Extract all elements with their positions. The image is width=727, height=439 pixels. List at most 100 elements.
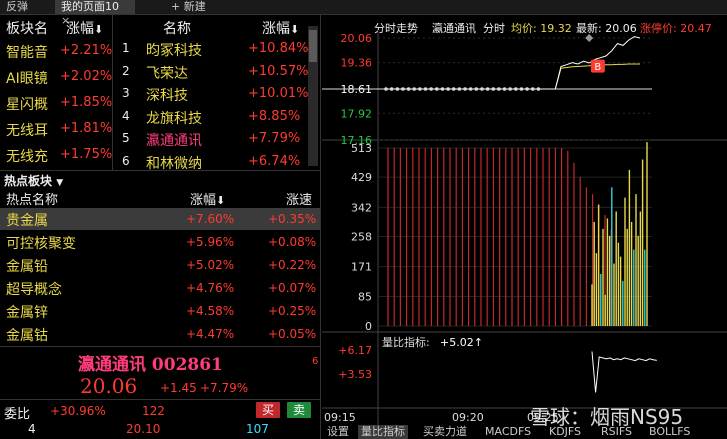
sector-header-change-label: 涨幅 bbox=[66, 21, 94, 37]
volume-tick-label: 0 bbox=[365, 320, 372, 333]
sector-row-name[interactable]: AI眼镜 bbox=[6, 68, 48, 88]
auction-dot bbox=[406, 87, 411, 91]
hot-sectors-title[interactable]: 热点板块 ▼ bbox=[4, 172, 63, 189]
bottom-tab-1[interactable]: 量比指标 bbox=[358, 425, 408, 439]
time-tick-label: 09:15 bbox=[324, 411, 356, 424]
bottom-tab-2[interactable]: 买卖力道 bbox=[420, 425, 470, 439]
sector-header-name: 板块名 bbox=[6, 21, 48, 37]
stock-row-rank: 3 bbox=[122, 86, 130, 100]
hot-row-speed: +0.08% bbox=[268, 235, 317, 249]
sector-row-name[interactable]: 无线耳 bbox=[6, 120, 48, 140]
hot-row-name[interactable]: 金属钴 bbox=[6, 325, 48, 345]
price-tick-label: 20.06 bbox=[341, 32, 373, 45]
hot-header-speed[interactable]: 涨速 bbox=[286, 189, 312, 208]
stock-row-change: +10.57% bbox=[248, 63, 309, 79]
bottom-tab-3[interactable]: MACDFS bbox=[482, 425, 534, 439]
auction-dot bbox=[491, 87, 496, 91]
tab-my-page[interactable]: 我的页面10 × bbox=[55, 0, 135, 27]
sort-down-icon: ⬇ bbox=[290, 23, 300, 36]
volume-tick-label: 258 bbox=[351, 230, 372, 243]
time-tick-label: 09:20 bbox=[452, 411, 484, 424]
weibi-value: +30.96% bbox=[50, 404, 106, 418]
bid-vol: 107 bbox=[246, 422, 269, 436]
stock-row-name[interactable]: 和林微纳 bbox=[146, 153, 202, 173]
volume-tick-label: 342 bbox=[351, 201, 372, 214]
sort-down-icon: ⬇ bbox=[94, 23, 104, 36]
weibi-label: 委比 bbox=[4, 407, 31, 422]
auction-dot bbox=[446, 87, 450, 91]
volume-tick-label: 171 bbox=[351, 261, 372, 274]
divider bbox=[320, 14, 321, 439]
hot-row-name[interactable]: 可控核聚变 bbox=[6, 233, 76, 253]
auction-dot bbox=[530, 87, 535, 91]
hot-header-change-label: 涨幅 bbox=[190, 193, 217, 208]
hot-row-speed: +0.07% bbox=[268, 281, 317, 295]
ratio-line bbox=[591, 351, 657, 393]
auction-dot bbox=[463, 87, 467, 91]
auction-dot bbox=[480, 87, 484, 91]
stock-header-change-label: 涨幅 bbox=[262, 21, 290, 37]
buy-marker-label: B bbox=[594, 62, 601, 73]
bid-price: 20.10 bbox=[126, 422, 161, 436]
stock-row-name[interactable]: 深科技 bbox=[146, 85, 188, 105]
stock-row-rank: 4 bbox=[122, 108, 130, 123]
stock-row-name[interactable]: 龙旗科技 bbox=[146, 108, 202, 128]
auction-dot bbox=[525, 87, 529, 91]
marker-diamond-icon bbox=[585, 34, 594, 42]
ratio-tick-label: +6.17 bbox=[338, 344, 372, 357]
hot-sectors-title-label: 热点板块 bbox=[4, 174, 53, 188]
stock-header-name: 名称 bbox=[163, 21, 191, 37]
hot-row-change: +5.02% bbox=[186, 258, 235, 272]
tab-rebound[interactable]: 反弹 bbox=[0, 0, 50, 14]
scrollbar-thumb[interactable] bbox=[309, 30, 317, 62]
volume-tick-label: 429 bbox=[351, 171, 372, 184]
hot-row-name[interactable]: 金属锌 bbox=[6, 302, 48, 322]
stock-header-change[interactable]: 涨幅⬇ bbox=[262, 18, 299, 38]
sector-row-name[interactable]: 星闪概 bbox=[6, 94, 48, 114]
sector-row-name[interactable]: 智能音 bbox=[6, 42, 48, 62]
sector-row-change: +2.02% bbox=[60, 69, 113, 84]
stock-row-name[interactable]: 瀛通通讯 bbox=[146, 130, 202, 150]
buy-button[interactable]: 买 bbox=[256, 402, 280, 418]
auction-dot bbox=[514, 87, 518, 91]
auction-dot bbox=[412, 87, 417, 91]
weibi-vol: 122 bbox=[142, 404, 165, 418]
stock-row-change: +6.74% bbox=[248, 153, 301, 169]
auction-dot bbox=[474, 87, 479, 91]
hot-row-change: +4.58% bbox=[186, 304, 235, 318]
auction-dot bbox=[435, 87, 439, 91]
bid-row-num: 4 bbox=[28, 422, 36, 436]
tab-new-label: 新建 bbox=[183, 0, 206, 13]
quote-change: +1.45 bbox=[160, 381, 197, 395]
bottom-tab-4[interactable]: KDJFS bbox=[546, 425, 584, 439]
intraday-chart[interactable]: 20.0619.3618.6117.9217.16B51342934225817… bbox=[322, 30, 727, 425]
bottom-tab-5[interactable]: RSIFS bbox=[598, 425, 635, 439]
tab-new[interactable]: + 新建 bbox=[165, 0, 235, 14]
hot-header-name: 热点名称 bbox=[6, 193, 59, 208]
bottom-tab-0[interactable]: 设置 bbox=[324, 425, 352, 439]
hot-row-name[interactable]: 超导概念 bbox=[6, 279, 62, 299]
indicator-title: 量比指标: bbox=[382, 335, 430, 349]
quote-price: 20.06 bbox=[80, 374, 138, 398]
bottom-tab-6[interactable]: BOLLFS bbox=[646, 425, 693, 439]
auction-dot bbox=[485, 87, 490, 91]
hot-row-speed: +0.05% bbox=[268, 327, 317, 341]
hot-row-change: +5.96% bbox=[186, 235, 235, 249]
auction-dot bbox=[457, 87, 462, 91]
hot-row-name[interactable]: 金属铅 bbox=[6, 256, 48, 276]
hot-row-name[interactable]: 贵金属 bbox=[6, 210, 48, 230]
sector-row-change: +1.85% bbox=[60, 95, 113, 110]
sector-header-change[interactable]: 涨幅⬇ bbox=[66, 18, 103, 38]
sector-row-change: +1.81% bbox=[60, 121, 113, 136]
stock-row-name[interactable]: 昀冢科技 bbox=[146, 40, 202, 60]
auction-dot bbox=[440, 87, 445, 91]
auction-dot bbox=[423, 87, 428, 91]
sell-button[interactable]: 卖 bbox=[287, 402, 311, 418]
stock-row-change: +8.85% bbox=[248, 108, 301, 124]
divider bbox=[0, 346, 320, 347]
volume-tick-label: 513 bbox=[351, 142, 372, 155]
hot-header-change[interactable]: 涨幅⬇ bbox=[190, 189, 225, 208]
sector-row-name[interactable]: 无线充 bbox=[6, 146, 48, 166]
stock-row-name[interactable]: 飞荣达 bbox=[146, 63, 188, 83]
tab-my-page-label: 我的页面10 bbox=[61, 0, 119, 13]
